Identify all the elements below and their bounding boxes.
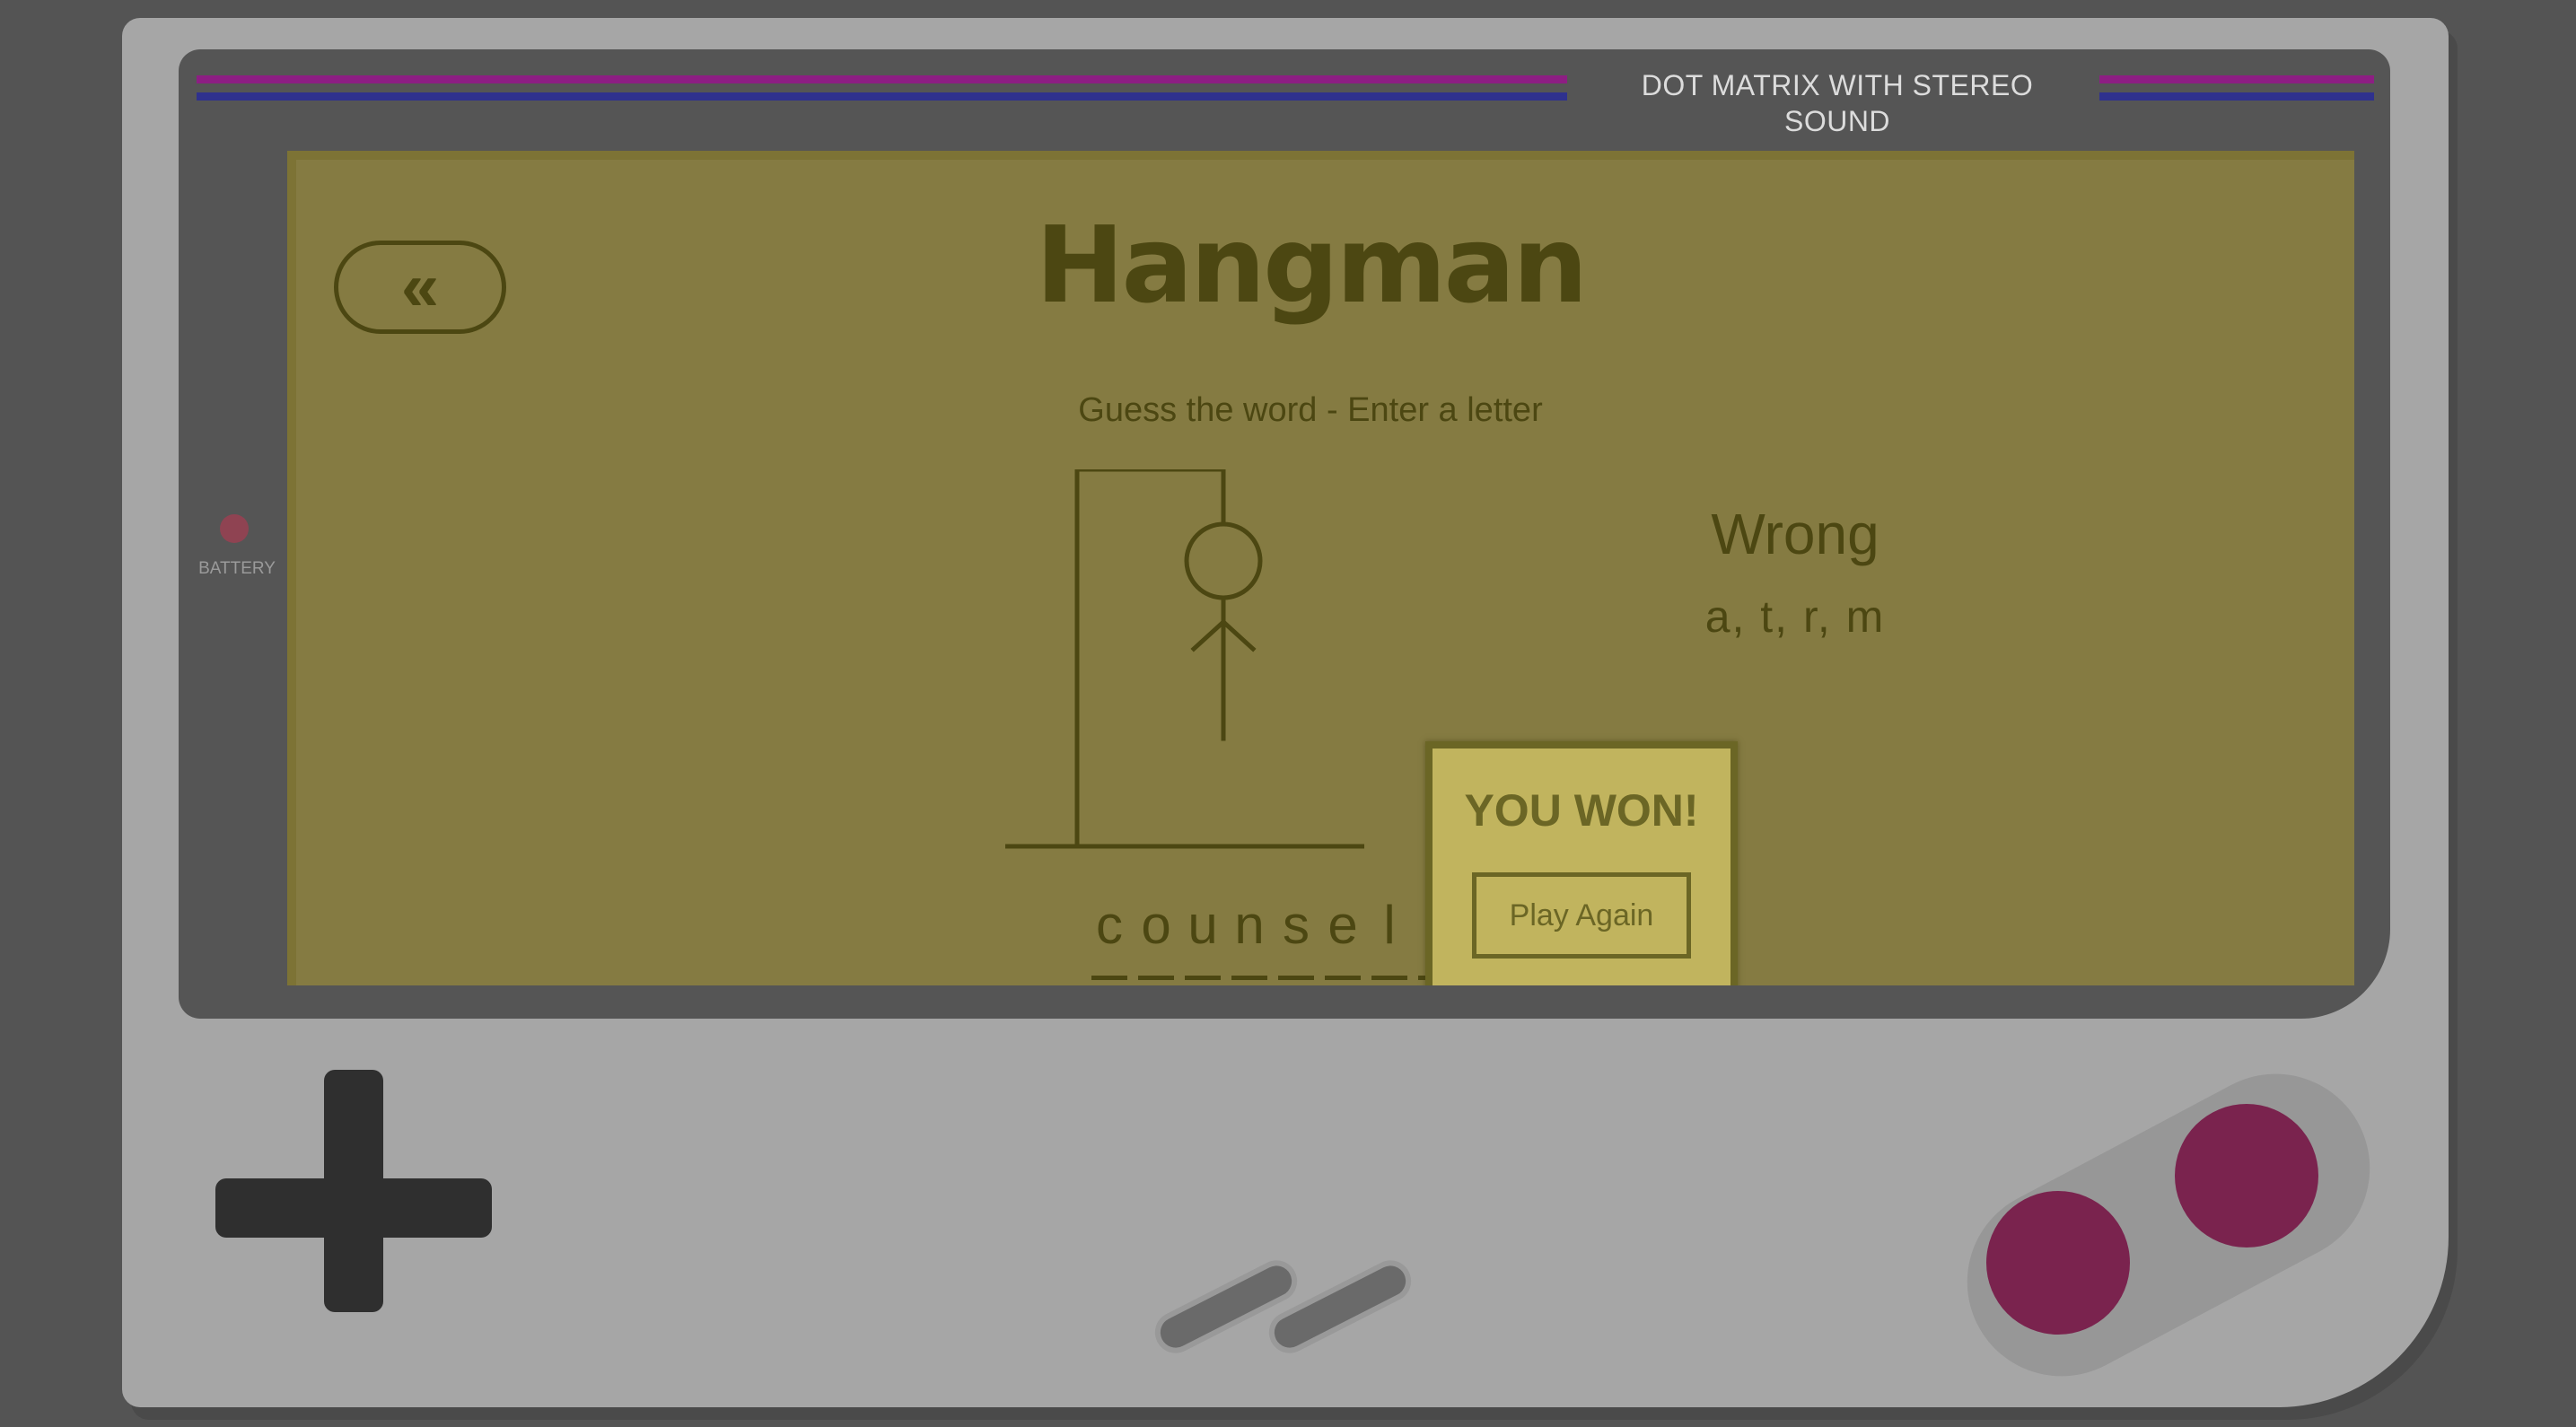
- game-screen: « Hangman Guess the word - Enter a lette…: [287, 151, 2354, 985]
- word-letter: u: [1179, 894, 1226, 980]
- dpad-horizontal[interactable]: [215, 1178, 492, 1238]
- wrong-guesses-list: a, t, r, m: [1704, 591, 1886, 642]
- bezel-stripe-right: [2099, 75, 2374, 104]
- game-title: Hangman: [1035, 203, 1588, 327]
- word-letter: e: [1319, 894, 1366, 980]
- brand-label: DOT MATRIX WITH STEREO SOUND: [1641, 69, 2034, 137]
- play-again-button[interactable]: Play Again: [1472, 872, 1691, 959]
- hangman-left-arm: [1190, 618, 1227, 652]
- win-dialog-title: YOU WON!: [1464, 785, 1699, 836]
- battery-label: BATTERY: [198, 559, 276, 578]
- screen-bezel: DOT MATRIX WITH STEREO SOUND BATTERY « H…: [179, 49, 2390, 1019]
- game-instructions: Guess the word - Enter a letter: [1078, 391, 1543, 429]
- hangman-head: [1184, 521, 1263, 600]
- battery-led-icon: [220, 514, 249, 543]
- word-letter: c: [1086, 894, 1133, 980]
- game-console: DOT MATRIX WITH STEREO SOUND BATTERY « H…: [122, 18, 2449, 1410]
- word-letter: n: [1226, 894, 1273, 980]
- bezel-stripe-left: [197, 75, 1567, 104]
- hangman-drawing: [1005, 469, 1364, 849]
- a-button[interactable]: [2175, 1104, 2318, 1248]
- win-dialog: YOU WON! Play Again: [1425, 741, 1738, 985]
- word-letter: s: [1273, 894, 1319, 980]
- wrong-guesses-title: Wrong: [1711, 502, 1879, 566]
- hangman-right-arm: [1220, 618, 1257, 652]
- b-button[interactable]: [1986, 1191, 2130, 1335]
- word-letter: o: [1133, 894, 1179, 980]
- word-letter: l: [1366, 894, 1413, 980]
- back-button[interactable]: «: [334, 241, 506, 334]
